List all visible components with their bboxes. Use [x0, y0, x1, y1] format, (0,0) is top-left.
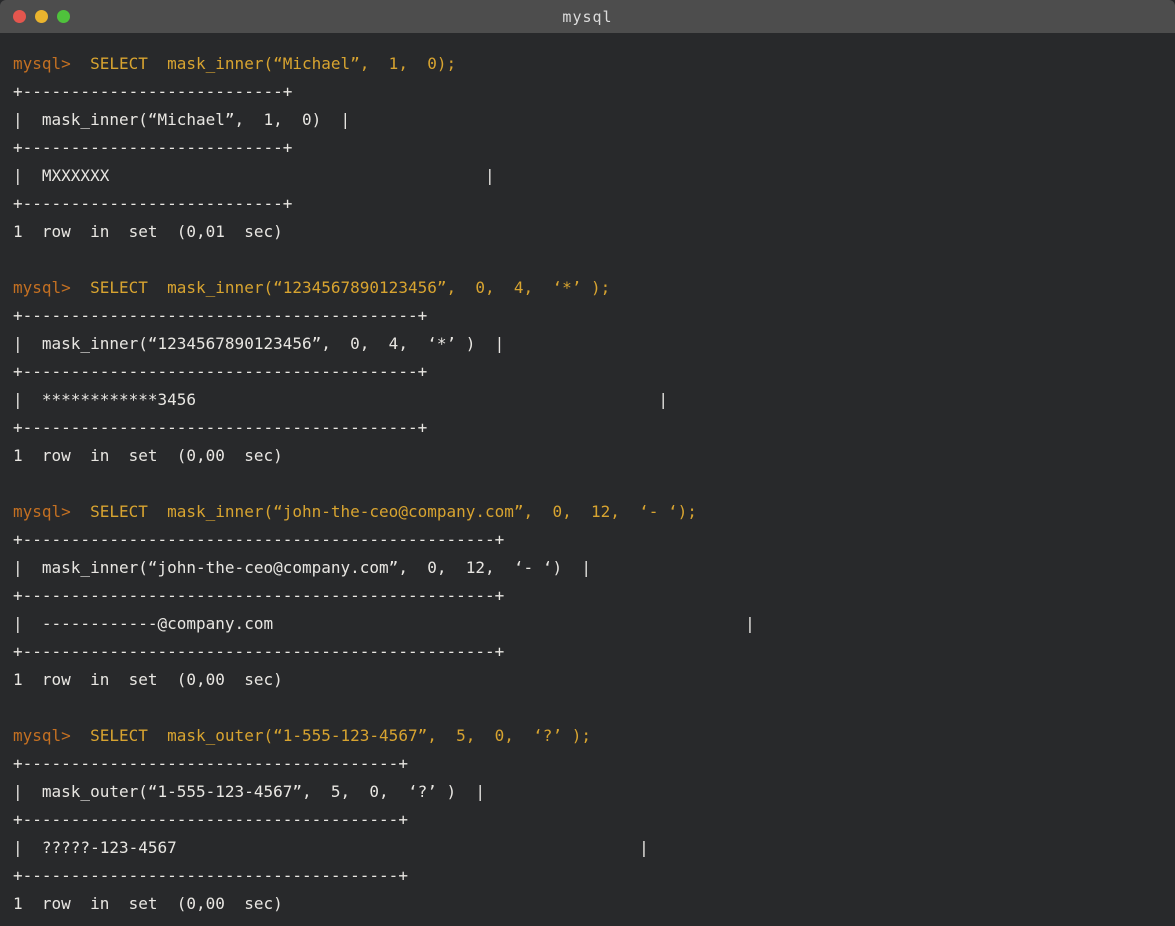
window-titlebar: mysql — [0, 0, 1175, 33]
table-border-line: +---------------------------------------… — [13, 806, 1165, 834]
table-border-line: +---------------------------------------… — [13, 582, 1165, 610]
table-value-row: | ************3456 | — [13, 386, 1165, 414]
result-status: 1 row in set (0,00 sec) — [13, 890, 1165, 918]
table-border-line: +---------------------------------------… — [13, 638, 1165, 666]
terminal-window: mysql mysql> SELECT mask_inner(“Michael”… — [0, 0, 1175, 926]
sql-command — [71, 278, 90, 297]
table-border-line: +---------------------------------------… — [13, 358, 1165, 386]
sql-command — [71, 726, 90, 745]
command-block-4: mysql> SELECT mask_outer(“1-555-123-4567… — [13, 722, 1165, 918]
table-value-row: | MXXXXXX | — [13, 162, 1165, 190]
table-border-line: +---------------------------------------… — [13, 750, 1165, 778]
table-border-line: +---------------------------+ — [13, 190, 1165, 218]
table-border-line: +---------------------------------------… — [13, 862, 1165, 890]
window-title: mysql — [0, 8, 1175, 26]
command-block-2: mysql> SELECT mask_inner(“12345678901234… — [13, 274, 1165, 470]
result-status: 1 row in set (0,00 sec) — [13, 666, 1165, 694]
table-header-row: | mask_inner(“john-the-ceo@company.com”,… — [13, 554, 1165, 582]
sql-command — [71, 502, 90, 521]
table-header-row: | mask_inner(“Michael”, 1, 0) | — [13, 106, 1165, 134]
query-line: mysql> SELECT mask_outer(“1-555-123-4567… — [13, 722, 1165, 750]
table-header-row: | mask_inner(“1234567890123456”, 0, 4, ‘… — [13, 330, 1165, 358]
table-border-line: +---------------------------+ — [13, 134, 1165, 162]
sql-command-text: SELECT mask_inner(“Michael”, 1, 0); — [90, 54, 456, 73]
terminal-content[interactable]: mysql> SELECT mask_inner(“Michael”, 1, 0… — [0, 33, 1175, 926]
sql-command-text: SELECT mask_inner(“john-the-ceo@company.… — [90, 502, 697, 521]
result-status: 1 row in set (0,01 sec) — [13, 218, 1165, 246]
table-value-row: | ?????-123-4567 | — [13, 834, 1165, 862]
query-line: mysql> SELECT mask_inner(“john-the-ceo@c… — [13, 498, 1165, 526]
query-line: mysql> SELECT mask_inner(“12345678901234… — [13, 274, 1165, 302]
table-border-line: +---------------------------+ — [13, 78, 1165, 106]
mysql-prompt: mysql> — [13, 502, 71, 521]
result-status: 1 row in set (0,00 sec) — [13, 442, 1165, 470]
mysql-prompt: mysql> — [13, 278, 71, 297]
query-line: mysql> SELECT mask_inner(“Michael”, 1, 0… — [13, 50, 1165, 78]
sql-command — [71, 54, 90, 73]
command-block-3: mysql> SELECT mask_inner(“john-the-ceo@c… — [13, 498, 1165, 694]
table-border-line: +---------------------------------------… — [13, 414, 1165, 442]
table-border-line: +---------------------------------------… — [13, 302, 1165, 330]
sql-command-text: SELECT mask_outer(“1-555-123-4567”, 5, 0… — [90, 726, 591, 745]
command-block-1: mysql> SELECT mask_inner(“Michael”, 1, 0… — [13, 50, 1165, 246]
mysql-prompt: mysql> — [13, 54, 71, 73]
table-header-row: | mask_outer(“1-555-123-4567”, 5, 0, ‘?’… — [13, 778, 1165, 806]
table-value-row: | ------------@company.com | — [13, 610, 1165, 638]
mysql-prompt: mysql> — [13, 726, 71, 745]
sql-command-text: SELECT mask_inner(“1234567890123456”, 0,… — [90, 278, 610, 297]
table-border-line: +---------------------------------------… — [13, 526, 1165, 554]
